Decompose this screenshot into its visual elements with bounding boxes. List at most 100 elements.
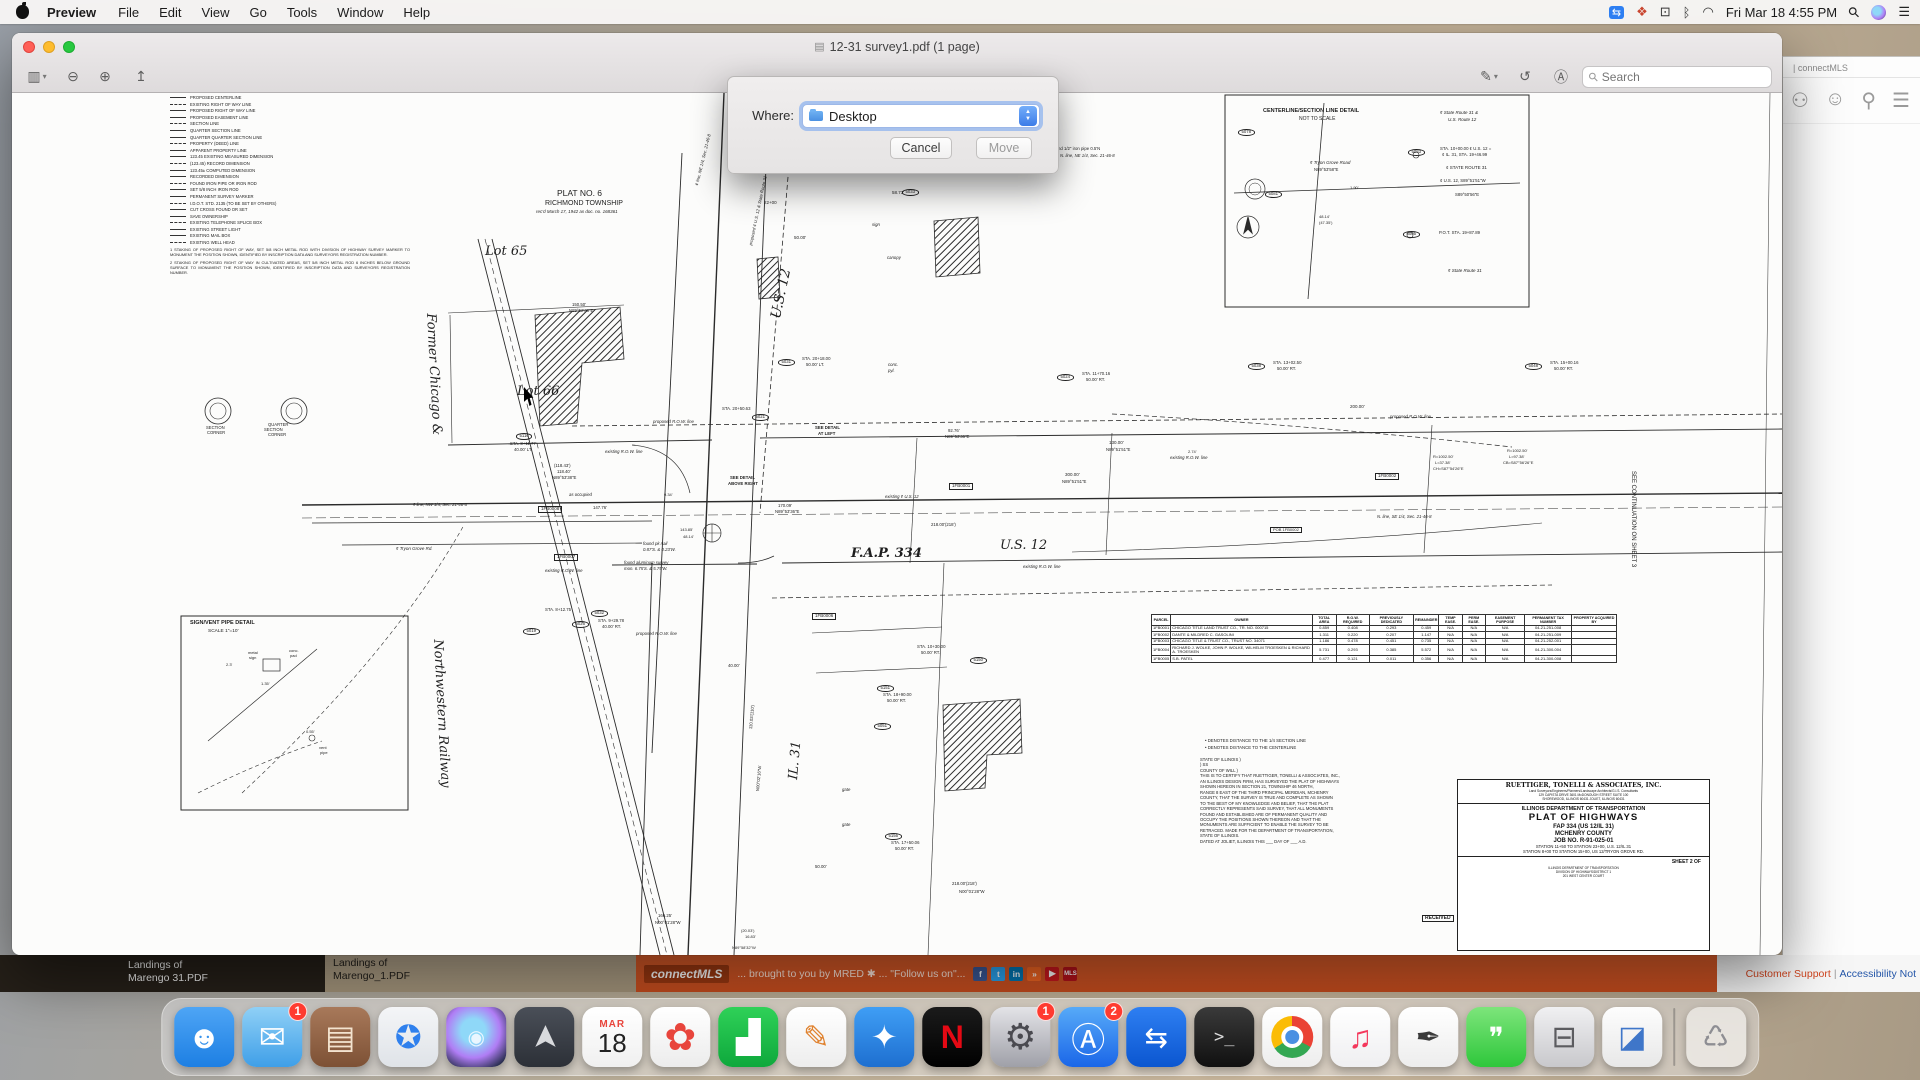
drawing-label: STA. 8+12.75	[545, 608, 571, 613]
dock-app-store-icon[interactable]: Ⓐ2	[1058, 1007, 1118, 1067]
menu-tools[interactable]: Tools	[277, 5, 327, 20]
drawing-label: 16.83'	[745, 935, 756, 939]
dock-chrome-icon[interactable]	[1262, 1007, 1322, 1067]
dock-pages-icon[interactable]: ✎	[786, 1007, 846, 1067]
drawing-label: U.S. 12	[769, 267, 794, 320]
highlight-button[interactable]: Ⓐ	[1546, 65, 1576, 89]
drawing-label: 5033	[902, 189, 919, 196]
notification-badge: 2	[1104, 1002, 1123, 1021]
dock-messages-icon[interactable]: ❞	[1466, 1007, 1526, 1067]
menu-window[interactable]: Window	[327, 5, 393, 20]
pdf-page[interactable]: PROPOSED CENTERLINEEXISTING RIGHT OF WAY…	[12, 93, 1782, 955]
menu-edit[interactable]: Edit	[149, 5, 191, 20]
zoom-out-button[interactable]: ⊖	[58, 65, 88, 89]
drawing-label: ABOVE RIGHT	[728, 482, 758, 487]
customer-support-link[interactable]: Customer Support	[1746, 968, 1831, 980]
dock-keynote-icon[interactable]: ✦	[854, 1007, 914, 1067]
drawing-label: SIGN/VENT PIPE DETAIL	[190, 621, 255, 627]
notification-center-icon[interactable]: ☰	[1898, 4, 1910, 20]
display-status-icon[interactable]: ⊡	[1660, 4, 1671, 20]
dock-netflix-icon[interactable]: N	[922, 1007, 982, 1067]
dock-launchpad-icon[interactable]: ➤	[514, 1007, 574, 1067]
color-app-status-icon[interactable]: ❖	[1636, 4, 1648, 20]
location-dropdown[interactable]: Desktop ▲▼	[802, 104, 1040, 128]
dock-siri-icon[interactable]: ◉	[446, 1007, 506, 1067]
drawing-label: Lot 66	[517, 385, 559, 399]
dock-numbers-icon[interactable]: ▟	[718, 1007, 778, 1067]
youtube-icon[interactable]: ▶	[1045, 967, 1059, 981]
cancel-button[interactable]: Cancel	[890, 137, 952, 159]
dock-text-editor-icon[interactable]: ✒	[1398, 1007, 1458, 1067]
search-input[interactable]	[1602, 70, 1765, 84]
pdf-scroll-area[interactable]: PROPOSED CENTERLINEEXISTING RIGHT OF WAY…	[12, 93, 1782, 955]
apple-menu-icon[interactable]	[16, 5, 29, 19]
title-bar[interactable]: ▤ 12-31 survey1.pdf (1 page)	[12, 33, 1782, 60]
background-window-marengo1[interactable]: Landings of Marengo_1.PDF	[325, 955, 636, 992]
app-menu-preview[interactable]: Preview	[41, 5, 102, 20]
drawing-label: • DENOTES DISTANCE TO THE 1/4 SECTION LI…	[1205, 739, 1306, 744]
status-icons: ⇆ ❖ ⊡ ᛒ ◠	[1609, 4, 1714, 20]
contacts-glyph: ▤	[325, 1018, 355, 1056]
dock-itunes-icon[interactable]: ♫	[1330, 1007, 1390, 1067]
connectmls-banner[interactable]: connectMLS ... brought to you by MRED ✱ …	[636, 955, 1717, 992]
linkedin-icon[interactable]: in	[1009, 967, 1023, 981]
owner-table-row: 1FB0002DANTE & MILDRED C. GASOLINI1.3110…	[1152, 632, 1617, 639]
dock-system-preferences-icon[interactable]: ⚙1	[990, 1007, 1050, 1067]
zoom-button[interactable]	[63, 41, 75, 53]
minimize-button[interactable]	[43, 41, 55, 53]
dock-printer-icon[interactable]: ⊟	[1534, 1007, 1594, 1067]
drawing-label: N00°01'28"W	[655, 921, 681, 926]
file-label: Landings of	[128, 959, 325, 972]
bluetooth-status-icon[interactable]: ᛒ	[1683, 5, 1691, 20]
accessibility-link[interactable]: Accessibility Not	[1840, 968, 1916, 980]
dock-terminal-icon[interactable]: >_	[1194, 1007, 1254, 1067]
menu-view[interactable]: View	[192, 5, 240, 20]
dock-calendar-icon[interactable]: MAR18	[582, 1007, 642, 1067]
drawing-label: ¢ Tryon Grove Road	[1310, 161, 1350, 166]
teamviewer-status-icon[interactable]: ⇆	[1609, 6, 1624, 19]
document-proxy-icon[interactable]: ▤	[814, 40, 824, 53]
drawing-label: 1.90'	[1350, 186, 1359, 190]
dock-teamviewer-icon[interactable]: ⇆	[1126, 1007, 1186, 1067]
share-button[interactable]: ↥	[126, 65, 156, 89]
close-button[interactable]	[23, 41, 35, 53]
drawing-label: 50.00' RT.	[895, 847, 914, 852]
dock-contacts-icon[interactable]: ▤	[310, 1007, 370, 1067]
drawing-label: ¢ State Route 31 &	[1440, 111, 1478, 116]
client-icon[interactable]: ☺	[1825, 88, 1845, 113]
facebook-icon[interactable]: f	[973, 967, 987, 981]
dock-trash-icon[interactable]: ♺	[1686, 1007, 1746, 1067]
move-button[interactable]: Move	[976, 137, 1032, 159]
background-window-marengo31[interactable]: Landings of Marengo 31.PDF	[0, 955, 325, 992]
photos-glyph: ✿	[664, 1015, 696, 1060]
menu-bar-clock[interactable]: Fri Mar 18 4:55 PM	[1726, 5, 1837, 20]
sidebar-view-button[interactable]: ▥▾	[22, 65, 52, 89]
connectmls-background-window[interactable]: | connectMLS ⚇☺⚲☰	[1782, 56, 1920, 955]
menu-go[interactable]: Go	[239, 5, 276, 20]
twitter-icon[interactable]: t	[991, 967, 1005, 981]
drawing-label: 170.09'	[778, 504, 792, 509]
search-field[interactable]: ⚲	[1582, 66, 1772, 88]
spotlight-icon[interactable]: ⚲	[1845, 2, 1864, 21]
markup-button[interactable]: ✎▾	[1474, 65, 1504, 89]
dock-safari-icon[interactable]: ✪	[378, 1007, 438, 1067]
drawing-label: R=1002.50'	[1433, 455, 1453, 459]
siri-menu-icon[interactable]	[1871, 5, 1886, 20]
dock-pictures-icon[interactable]: ◪	[1602, 1007, 1662, 1067]
rotate-button[interactable]: ↺	[1510, 65, 1540, 89]
search-listings-icon[interactable]: ⚲	[1861, 88, 1876, 113]
wifi-status-icon[interactable]: ◠	[1702, 4, 1713, 20]
menu-file[interactable]: File	[108, 5, 149, 20]
mls-logo[interactable]: MLS	[1063, 967, 1077, 981]
rss-icon[interactable]: »	[1027, 967, 1041, 981]
dock-finder-icon[interactable]: ☻	[174, 1007, 234, 1067]
drawing-label: AT LEFT	[818, 432, 835, 437]
drawing-label: 110.03'(110')	[749, 705, 756, 729]
agents-icon[interactable]: ⚇	[1791, 88, 1809, 113]
dock-mail-icon[interactable]: ✉1	[242, 1007, 302, 1067]
dock-photos-icon[interactable]: ✿	[650, 1007, 710, 1067]
menu-help[interactable]: Help	[393, 5, 440, 20]
zoom-in-button[interactable]: ⊕	[90, 65, 120, 89]
menu-icon[interactable]: ☰	[1892, 88, 1910, 113]
drawing-label: 5019	[523, 628, 540, 635]
